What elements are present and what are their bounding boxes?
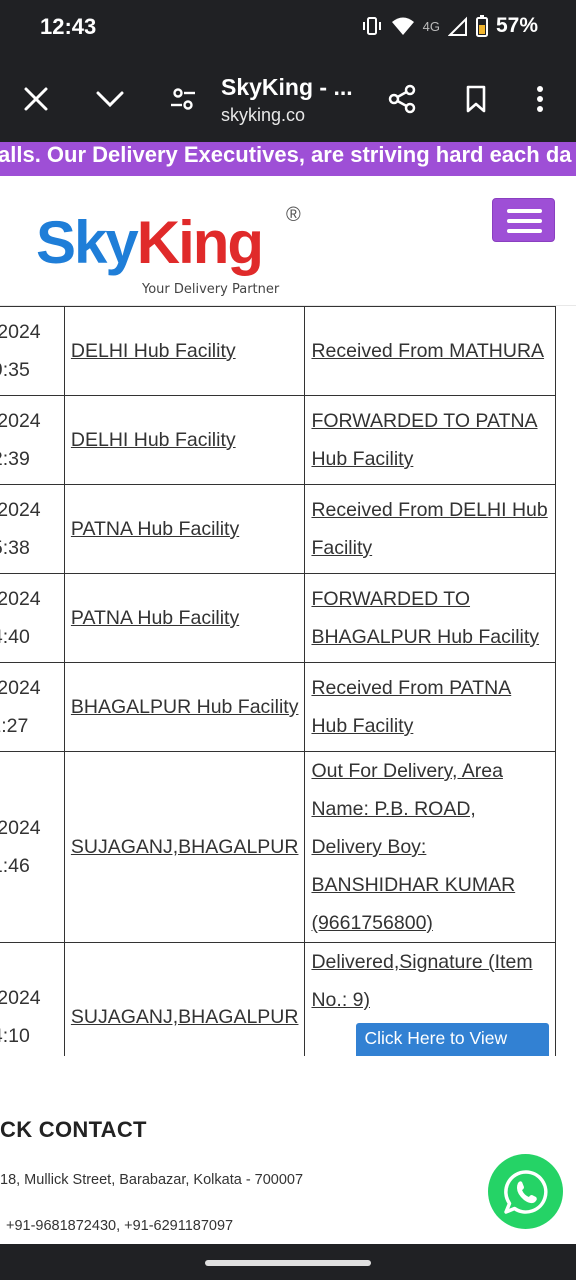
- site-settings-button[interactable]: [162, 78, 204, 120]
- activity-cell: Out For Delivery, Area Name: P.B. ROAD, …: [304, 751, 556, 943]
- activity-link[interactable]: Delivered,Signature (Item No.: 9): [311, 951, 532, 1011]
- activity-link[interactable]: FORWARDED TO BHAGALPUR Hub Facility: [311, 588, 539, 648]
- location-link[interactable]: PATNA Hub Facility: [71, 607, 239, 629]
- bookmark-icon: [466, 85, 486, 113]
- table-row: 8/202411:27 BHAGALPUR Hub Facility Recei…: [0, 662, 556, 752]
- location-link[interactable]: DELHI Hub Facility: [71, 429, 236, 451]
- location-link[interactable]: DELHI Hub Facility: [71, 340, 236, 362]
- table-row: 8/202431:46 SUJAGANJ,BHAGALPUR Out For D…: [0, 751, 556, 943]
- site-header: SkyKing ® Your Delivery Partner: [0, 176, 576, 306]
- close-tab-button[interactable]: [15, 78, 57, 120]
- system-nav-bar: [0, 1244, 576, 1280]
- table-row: 8/202415:38 PATNA Hub Facility Received …: [0, 484, 556, 574]
- date-cell: 8/202434:40: [0, 573, 65, 663]
- battery-icon: [475, 15, 488, 37]
- whatsapp-icon: [503, 1169, 548, 1214]
- status-icons: 4G 57%: [361, 14, 538, 38]
- activity-cell: Received From DELHI Hub Facility: [304, 484, 556, 574]
- location-cell: DELHI Hub Facility: [63, 306, 306, 396]
- chevron-down-icon: [96, 91, 124, 108]
- contact-address: 18, Mullick Street, Barabazar, Kolkata -…: [0, 1172, 304, 1188]
- date-cell: 8/202431:46: [0, 751, 65, 943]
- bookmark-button[interactable]: [455, 78, 497, 120]
- location-cell: SUJAGANJ,BHAGALPUR: [63, 942, 306, 1056]
- location-link[interactable]: SUJAGANJ,BHAGALPUR: [71, 1006, 299, 1028]
- status-time: 12:43: [40, 14, 97, 39]
- browser-toolbar: SkyKing - ... skyking.co: [0, 56, 576, 142]
- table-row: 8/202414:10 SUJAGANJ,BHAGALPUR Delivered…: [0, 942, 556, 1056]
- home-gesture-handle[interactable]: [205, 1260, 371, 1266]
- tracking-table: 8/202459:35 DELHI Hub Facility Received …: [0, 306, 556, 1056]
- contact-heading: CK CONTACT: [0, 1117, 147, 1142]
- skyking-logo[interactable]: SkyKing ® Your Delivery Partner: [36, 196, 316, 297]
- logo-wordmark: SkyKing: [36, 209, 264, 276]
- vibrate-icon: [362, 17, 381, 35]
- battery-level: 57%: [495, 14, 538, 37]
- minimize-button[interactable]: [89, 78, 131, 120]
- registered-mark: ®: [286, 204, 301, 226]
- activity-link[interactable]: FORWARDED TO PATNA Hub Facility: [311, 410, 537, 470]
- activity-cell: Received From PATNA Hub Facility: [304, 662, 556, 752]
- share-button[interactable]: [381, 78, 423, 120]
- network-type: 4G: [422, 18, 440, 34]
- tune-icon: [171, 88, 195, 110]
- view-pod-button[interactable]: Click Here to View POD: [356, 1023, 549, 1056]
- more-options-button[interactable]: [519, 78, 561, 120]
- status-bar: 12:43 4G 57%: [0, 0, 576, 56]
- activity-cell: FORWARDED TO BHAGALPUR Hub Facility: [304, 573, 556, 663]
- activity-link[interactable]: Out For Delivery, Area Name: P.B. ROAD, …: [311, 760, 515, 934]
- date-cell: 8/202411:27: [0, 662, 65, 752]
- location-cell: DELHI Hub Facility: [63, 395, 306, 485]
- location-cell: PATNA Hub Facility: [63, 573, 306, 663]
- share-icon: [388, 84, 416, 114]
- location-cell: SUJAGANJ,BHAGALPUR: [63, 751, 306, 943]
- close-icon: [24, 87, 48, 111]
- logo-tagline: Your Delivery Partner: [142, 282, 280, 297]
- date-cell: 8/202412:39: [0, 395, 65, 485]
- location-cell: PATNA Hub Facility: [63, 484, 306, 574]
- announcement-marquee: alls. Our Delivery Executives, are striv…: [0, 142, 576, 176]
- menu-icon: [507, 209, 542, 213]
- activity-cell: FORWARDED TO PATNA Hub Facility: [304, 395, 556, 485]
- activity-link[interactable]: Received From PATNA Hub Facility: [311, 677, 511, 737]
- hamburger-menu-button[interactable]: [492, 198, 555, 242]
- table-row: 8/202434:40 PATNA Hub Facility FORWARDED…: [0, 573, 556, 663]
- activity-cell: Delivered,Signature (Item No.: 9) Click …: [304, 942, 556, 1056]
- activity-link[interactable]: Received From DELHI Hub Facility: [311, 499, 547, 559]
- more-vert-icon: [537, 86, 543, 112]
- table-row: 8/202412:39 DELHI Hub Facility FORWARDED…: [0, 395, 556, 485]
- date-cell: 8/202459:35: [0, 306, 65, 396]
- page-url[interactable]: skyking.co: [221, 105, 305, 126]
- marquee-text: alls. Our Delivery Executives, are striv…: [0, 142, 572, 167]
- wifi-icon: [391, 17, 414, 35]
- activity-cell: Received From MATHURA: [304, 306, 556, 396]
- activity-link[interactable]: Received From MATHURA: [311, 340, 544, 362]
- location-link[interactable]: BHAGALPUR Hub Facility: [71, 696, 299, 718]
- signal-icon: [447, 16, 467, 36]
- contact-phone[interactable]: +91-9681872430, +91-6291187097: [6, 1218, 233, 1234]
- page-title[interactable]: SkyKing - ...: [221, 74, 353, 101]
- location-link[interactable]: PATNA Hub Facility: [71, 518, 239, 540]
- location-cell: BHAGALPUR Hub Facility: [63, 662, 306, 752]
- whatsapp-button[interactable]: [488, 1154, 563, 1229]
- date-cell: 8/202414:10: [0, 942, 65, 1056]
- tracking-table-container: 8/202459:35 DELHI Hub Facility Received …: [0, 306, 576, 1056]
- table-row: 8/202459:35 DELHI Hub Facility Received …: [0, 306, 556, 396]
- location-link[interactable]: SUJAGANJ,BHAGALPUR: [71, 836, 299, 858]
- date-cell: 8/202415:38: [0, 484, 65, 574]
